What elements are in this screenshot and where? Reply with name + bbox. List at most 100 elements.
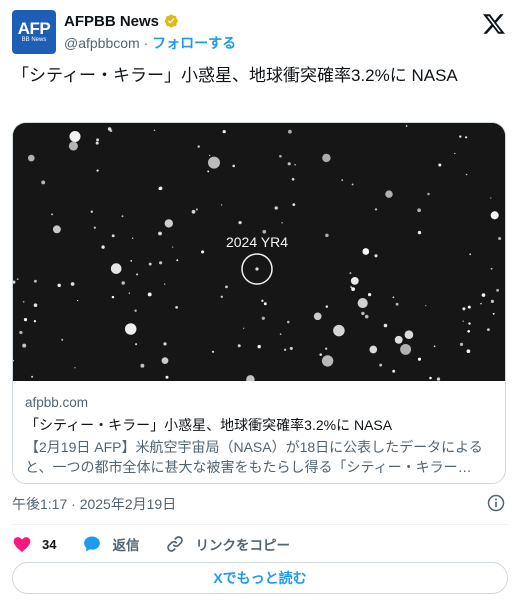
- star: [321, 355, 334, 367]
- star: [61, 338, 64, 341]
- asteroid-label: 2024 YR4: [226, 234, 288, 250]
- star: [140, 363, 145, 368]
- star: [364, 314, 369, 319]
- star: [76, 299, 79, 302]
- star: [27, 154, 35, 162]
- star: [350, 277, 359, 285]
- star: [490, 211, 499, 220]
- star: [283, 348, 287, 351]
- star: [68, 141, 78, 151]
- follow-button[interactable]: フォローする: [152, 35, 236, 51]
- star: [466, 349, 471, 354]
- star: [153, 129, 156, 132]
- star: [51, 213, 53, 216]
- star: [134, 309, 137, 312]
- star: [70, 282, 75, 286]
- star: [207, 170, 210, 173]
- link-preview-card[interactable]: 2024 YR4 afpbb.com 「シティー・キラー」小惑星、地球衝突確率3…: [12, 122, 506, 484]
- star: [261, 299, 264, 302]
- star: [135, 343, 138, 346]
- divider: [12, 524, 508, 525]
- star: [383, 323, 388, 328]
- star: [279, 154, 282, 158]
- star: [274, 206, 278, 210]
- star: [333, 324, 345, 337]
- star: [469, 253, 472, 256]
- star: [208, 156, 220, 169]
- star: [110, 263, 122, 274]
- star: [33, 279, 37, 283]
- star: [464, 136, 468, 139]
- star: [19, 330, 23, 335]
- star: [148, 262, 152, 266]
- star: [392, 369, 396, 373]
- reply-label: 返信: [112, 538, 140, 553]
- avatar-logo-text: AFP: [17, 19, 51, 38]
- star: [57, 283, 61, 288]
- star: [490, 197, 492, 199]
- copy-link-button[interactable]: リンクをコピー: [165, 534, 290, 554]
- star: [467, 329, 471, 333]
- star: [313, 312, 322, 321]
- star: [101, 245, 105, 249]
- display-name[interactable]: AFPBB News: [64, 13, 159, 30]
- star: [292, 203, 296, 206]
- star: [427, 192, 430, 196]
- star: [232, 164, 236, 168]
- heart-icon: [13, 537, 31, 552]
- star: [351, 287, 355, 291]
- star: [400, 343, 412, 355]
- asteroid-starfield-image: 2024 YR4: [13, 123, 506, 381]
- star: [136, 273, 139, 276]
- star: [237, 344, 241, 348]
- star: [263, 302, 267, 306]
- star: [243, 327, 245, 329]
- star: [361, 311, 365, 316]
- reply-bubble-icon: [84, 536, 101, 552]
- star: [498, 236, 502, 241]
- star: [405, 125, 408, 127]
- star: [357, 298, 368, 309]
- like-count: 34: [42, 536, 57, 552]
- star: [465, 173, 468, 176]
- avatar-logo-subtext: BB News: [21, 37, 47, 43]
- star: [480, 302, 482, 305]
- star: [291, 177, 295, 181]
- star: [23, 317, 28, 322]
- embedded-post: AFP BB News AFPBB News @afpbbcom · フォローす…: [0, 0, 520, 604]
- star: [369, 345, 378, 354]
- reply-button[interactable]: 返信: [82, 534, 139, 554]
- star: [367, 292, 372, 297]
- star: [33, 320, 37, 323]
- star: [175, 306, 178, 309]
- avatar[interactable]: AFP BB News: [12, 10, 56, 54]
- star: [433, 345, 436, 348]
- star: [459, 135, 462, 138]
- handle: @afpbbcom: [64, 35, 140, 51]
- star: [374, 208, 378, 211]
- star: [417, 357, 422, 361]
- star: [325, 233, 329, 238]
- star: [505, 282, 506, 284]
- post-timestamp[interactable]: 午後1:17 · 2025年2月19日: [12, 494, 176, 514]
- x-logo-icon[interactable]: [482, 12, 506, 36]
- info-icon[interactable]: [486, 493, 506, 513]
- asteroid-dot: [255, 267, 259, 271]
- star: [222, 129, 226, 134]
- star: [158, 187, 162, 191]
- star: [124, 323, 137, 335]
- star: [404, 330, 414, 340]
- star: [341, 179, 344, 181]
- like-button[interactable]: 34: [12, 534, 56, 554]
- post-text: 「シティー・キラー」小惑星、地球衝突確率3.2%に NASA: [12, 66, 458, 85]
- star: [425, 304, 427, 307]
- star: [288, 129, 292, 134]
- star: [96, 169, 99, 172]
- star: [164, 283, 166, 285]
- read-more-button[interactable]: Xでもっと読む: [12, 562, 508, 594]
- star: [128, 292, 131, 294]
- account-info: AFPBB News @afpbbcom · フォローする: [64, 11, 236, 53]
- star: [195, 208, 198, 211]
- star: [325, 305, 329, 308]
- star: [322, 153, 331, 163]
